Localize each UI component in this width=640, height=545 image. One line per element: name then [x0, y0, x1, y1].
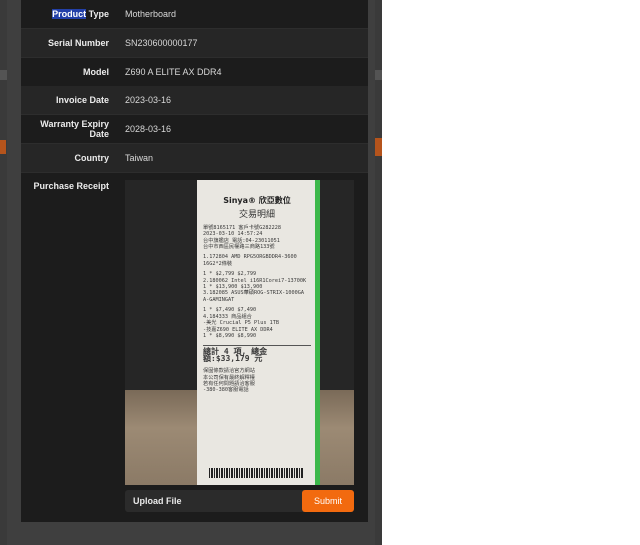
detail-label: Country: [74, 153, 110, 163]
detail-value: Z690 A ELITE AX DDR4: [125, 67, 222, 77]
receipt-line: 1 * $8,990 $8,990: [203, 332, 257, 339]
detail-value: Motherboard: [125, 9, 177, 19]
detail-row-country: Country Taiwan: [21, 144, 368, 173]
detail-label: Model: [83, 67, 109, 77]
receipt-heading: 交易明細: [238, 210, 275, 221]
detail-row-model: Model Z690 A ELITE AX DDR4: [21, 58, 368, 87]
detail-label: Serial Number: [47, 38, 109, 48]
receipt-total: 總計 4 項, 總金額:$33,179 元: [203, 345, 311, 362]
receipt-line: 台中市西區民權路三商路133號: [203, 244, 275, 251]
receipt-line: A-GAMINGAT: [203, 296, 235, 303]
receipt-line: 16G2*2條裝: [203, 260, 233, 267]
receipt-line: 1.172804 AMD RPG5ORGBDDR4-3600: [203, 254, 297, 261]
detail-label: Warranty Expiry Date: [40, 119, 109, 139]
detail-value: Taiwan: [125, 153, 154, 163]
detail-row-serial-number: Serial Number SN230600000177: [21, 29, 368, 58]
product-detail-modal: Product Type Motherboard Serial Number S…: [7, 0, 375, 545]
store-logo: Sinya® 欣亞數位: [223, 196, 291, 205]
receipt-paper: Sinya® 欣亞數位 交易明細 單號8165171 客戶卡號G282228 2…: [197, 180, 320, 485]
receipt-barcode: [209, 468, 303, 478]
receipt-image: Sinya® 欣亞數位 交易明細 單號8165171 客戶卡號G282228 2…: [125, 180, 354, 485]
upload-file-label[interactable]: Upload File: [133, 496, 182, 506]
backdrop-fragment: [375, 70, 382, 80]
receipt-line: 3.182085 ASUS華碩ROG-STRIX-1000GA: [203, 290, 304, 297]
receipt-footer-line: -380-380客服電話: [203, 387, 249, 394]
modal-content: Product Type Motherboard Serial Number S…: [21, 0, 368, 522]
detail-row-warranty-expiry: Warranty Expiry Date 2028-03-16: [21, 115, 368, 144]
detail-label: Product Type: [52, 9, 109, 19]
detail-value: 2023-03-16: [125, 95, 172, 105]
detail-row-product-type: Product Type Motherboard: [21, 0, 368, 29]
backdrop-accent-fragment: [0, 140, 6, 154]
submit-button[interactable]: Submit: [302, 490, 354, 512]
detail-value: SN230600000177: [125, 38, 198, 48]
detail-row-invoice-date: Invoice Date 2023-03-16: [21, 86, 368, 115]
backdrop-accent-fragment: [375, 138, 382, 156]
upload-file-bar[interactable]: Upload File Submit: [125, 490, 354, 512]
detail-label: Invoice Date: [55, 95, 109, 105]
purchase-receipt-label: Purchase Receipt: [33, 181, 109, 191]
selected-text: Product: [52, 9, 87, 19]
detail-value: 2028-03-16: [125, 124, 172, 134]
